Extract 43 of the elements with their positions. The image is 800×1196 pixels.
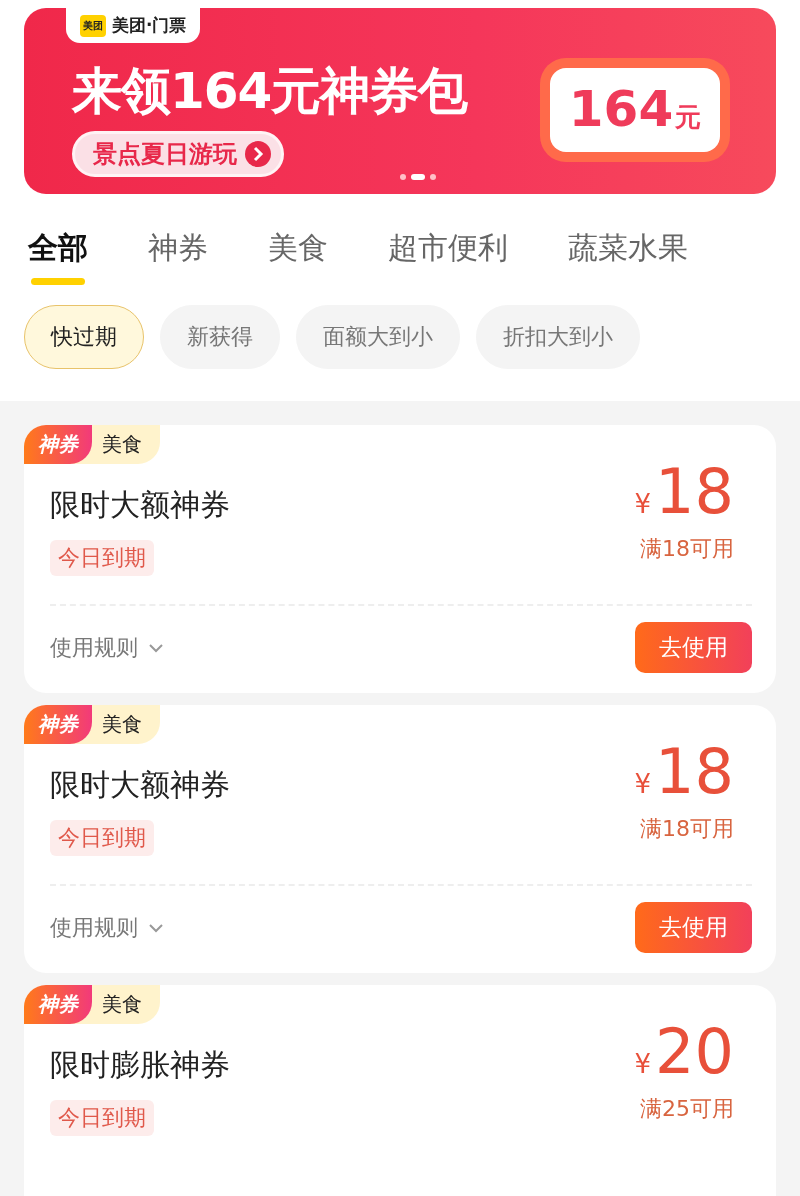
coupon-title: 限时大额神券 [50,486,230,524]
carousel-dot[interactable] [430,174,436,180]
currency-symbol: ¥ [634,489,652,519]
use-coupon-button[interactable]: 去使用 [635,902,752,953]
expiry-tag: 今日到期 [50,540,154,576]
usage-rules-toggle[interactable]: 使用规则 [50,632,164,663]
coupon-badge: 神券 [24,985,92,1024]
coupon-badge: 神券 [24,425,92,464]
coupon-title: 限时膨胀神券 [50,1046,230,1084]
expiry-tag: 今日到期 [50,820,154,856]
banner-headline: 来领164元神券包 [72,61,468,122]
brand-logo: 美团 [80,14,106,37]
category-tab[interactable]: 蔬菜水果 [568,228,688,285]
category-tab[interactable]: 美食 [268,228,328,285]
coupon-badge: 神券 [24,705,92,744]
sort-chip[interactable]: 面额大到小 [296,305,460,369]
currency-symbol: ¥ [634,769,652,799]
coupon-value: 18 [655,455,734,528]
promo-banner[interactable]: 美团 美团·门票 来领164元神券包 景点夏日游玩 164元 [24,8,776,194]
sort-chip[interactable]: 快过期 [24,305,144,369]
brand-name: 美团·门票 [112,14,187,37]
coupon-value: 18 [655,735,734,808]
pack-unit: 元 [675,101,702,134]
sort-chip[interactable]: 新获得 [160,305,280,369]
usage-condition: 满18可用 [640,535,734,563]
chevron-down-icon [148,642,164,653]
usage-condition: 满18可用 [640,815,734,843]
usage-condition: 满25可用 [640,1095,734,1123]
chevron-right-icon [245,141,271,167]
chevron-down-icon [148,922,164,933]
expiry-tag: 今日到期 [50,1100,154,1136]
category-tab[interactable]: 超市便利 [388,228,508,285]
use-coupon-button[interactable]: 去使用 [635,622,752,673]
category-tab[interactable]: 全部 [28,228,88,285]
sort-chip[interactable]: 折扣大到小 [476,305,640,369]
category-tab[interactable]: 神券 [148,228,208,285]
usage-rules-toggle[interactable]: 使用规则 [50,912,164,943]
banner-cta-button[interactable]: 景点夏日游玩 [72,131,284,177]
currency-symbol: ¥ [634,1049,652,1079]
carousel-dot[interactable] [400,174,406,180]
coupon-title: 限时大额神券 [50,766,230,804]
pack-amount: 164 [568,80,674,138]
coupon-value: 20 [655,1015,734,1088]
